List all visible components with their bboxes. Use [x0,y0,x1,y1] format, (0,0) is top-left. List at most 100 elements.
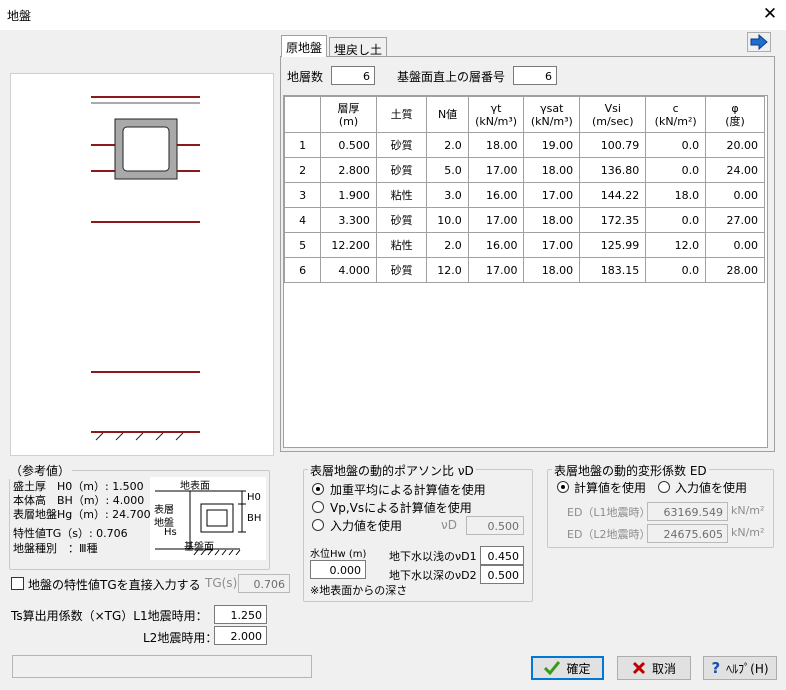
row-number: 2 [284,157,322,183]
row-number: 3 [284,182,322,208]
deform-radio-calc[interactable] [557,481,569,493]
cancel-label: 取消 [651,661,676,676]
ref-h0-label: H0 [247,492,261,503]
ts-l2-input[interactable]: 2.000 [214,626,267,645]
header-c: c (kN/m²) [645,96,707,133]
ts-l1-input[interactable]: 1.250 [214,605,267,624]
ref-hg: 表層地盤Hg（m）: 24.700 [13,508,151,521]
grid-cell[interactable]: 0.500 [320,132,377,158]
grid-cell[interactable]: 3.0 [426,182,469,208]
grid-cell[interactable]: 18.00 [523,157,581,183]
grid-cell[interactable]: 172.35 [579,207,647,233]
grid-cell[interactable]: 0.00 [705,232,765,258]
grid-cell[interactable]: 粘性 [375,182,428,208]
layer-table: 層厚 (m) 土質 N値 γt (kN/m³) γsat (kN/m³) Vsi (m/… [284,96,765,283]
window-title: 地盤 [7,9,32,23]
grid-cell[interactable]: 0.0 [645,157,707,183]
grid-cell[interactable]: 砂質 [375,132,428,158]
header-thickness: 層厚 (m) [320,96,377,133]
grid-cell[interactable]: 17.00 [467,207,525,233]
base-layer-input[interactable]: 6 [513,66,557,85]
grid-cell[interactable]: 10.0 [426,207,469,233]
water-level-input[interactable]: 0.000 [310,560,366,579]
tg-label: TG(s) [205,576,238,590]
ed-l2-input[interactable]: 24675.605 [647,524,728,543]
grid-cell[interactable]: 27.00 [705,207,765,233]
grid-cell[interactable]: 2.0 [426,232,469,258]
cancel-button[interactable]: 取消 [617,656,691,680]
layer-count-input[interactable]: 6 [331,66,375,85]
grid-cell[interactable]: 17.00 [523,182,581,208]
ref-ground-surface: 地表面 [180,481,210,492]
nu-shallow-input[interactable]: 0.450 [480,546,524,565]
grid-cell[interactable]: 砂質 [375,157,428,183]
grid-cell[interactable]: 18.00 [523,207,581,233]
grid-cell[interactable]: 砂質 [375,257,428,283]
grid-cell[interactable]: 136.80 [579,157,647,183]
grid-cell[interactable]: 17.00 [467,257,525,283]
grid-cell[interactable]: 5.0 [426,157,469,183]
grid-cell[interactable]: 16.00 [467,232,525,258]
grid-cell[interactable]: 17.00 [523,232,581,258]
ref-hs: Hs [164,527,177,538]
grid-cell[interactable]: 粘性 [375,232,428,258]
nu-input[interactable]: 0.500 [466,516,524,535]
grid-cell[interactable]: 3.300 [320,207,377,233]
ed-l1-unit: kN/m² [731,504,765,517]
grid-cell[interactable]: 2.800 [320,157,377,183]
grid-cell[interactable]: 19.00 [523,132,581,158]
poisson-radio-input[interactable] [312,519,324,531]
grid-cell[interactable]: 0.0 [645,132,707,158]
grid-cell[interactable]: 16.00 [467,182,525,208]
ts-l2-label: L2地震時用： [143,631,218,645]
row-number: 1 [284,132,322,158]
close-icon[interactable]: ✕ [760,4,780,24]
grid-cell[interactable]: 24.00 [705,157,765,183]
grid-cell[interactable]: 12.0 [645,232,707,258]
table-row: 1 0.500 砂質 2.0 18.00 19.00 100.79 0.0 20.00 [284,132,765,158]
tg-input[interactable]: 0.706 [238,574,290,593]
grid-cell[interactable]: 18.00 [467,132,525,158]
grid-cell[interactable]: 0.0 [645,257,707,283]
box-culvert-inner [122,126,170,172]
grid-cell[interactable]: 144.22 [579,182,647,208]
depth-note: ※地表面からの深さ [310,584,408,597]
header-vsi: Vsi (m/sec) [579,96,647,133]
grid-cell[interactable]: 28.00 [705,257,765,283]
grid-cell[interactable]: 砂質 [375,207,428,233]
grid-cell[interactable]: 2.0 [426,132,469,158]
help-button[interactable]: ? ﾍﾙﾌﾟ(H) [703,656,777,680]
layer-grid: 層厚 (m) 土質 N値 γt (kN/m³) γsat (kN/m³) Vsi (m/… [283,95,768,448]
status-box [12,655,312,678]
ok-button[interactable]: 確定 [531,656,604,680]
poisson-radio-weighted[interactable] [312,483,324,495]
grid-cell[interactable]: 12.0 [426,257,469,283]
grid-cell[interactable]: 1.900 [320,182,377,208]
nu-deep-input[interactable]: 0.500 [480,565,524,584]
grid-cell[interactable]: 4.000 [320,257,377,283]
header-soil: 土質 [375,96,428,133]
tab-backfill[interactable]: 埋戻し土 [329,37,388,57]
grid-cell[interactable]: 100.79 [579,132,647,158]
grid-cell[interactable]: 0.00 [705,182,765,208]
direct-tg-checkbox[interactable] [11,577,24,590]
next-arrow-button[interactable] [747,32,771,52]
grid-cell[interactable]: 18.0 [645,182,707,208]
row-number: 4 [284,207,322,233]
grid-cell[interactable]: 18.00 [523,257,581,283]
grid-cell[interactable]: 0.0 [645,207,707,233]
deform-option-input: 入力値を使用 [675,481,748,495]
grid-cell[interactable]: 17.00 [467,157,525,183]
grid-cell[interactable]: 12.200 [320,232,377,258]
grid-cell[interactable]: 20.00 [705,132,765,158]
row-number: 6 [284,257,322,283]
reference-diagram: 地表面 表層 地盤 Hs 基盤面 H0 BH [150,477,266,560]
grid-cell[interactable]: 125.99 [579,232,647,258]
ed-l1-input[interactable]: 63169.549 [647,502,728,521]
tab-original-ground[interactable]: 原地盤 [281,35,328,57]
deform-title: 表層地盤の動的変形係数 ED [552,462,709,479]
deform-radio-input[interactable] [658,481,670,493]
table-header-row: 層厚 (m) 土質 N値 γt (kN/m³) γsat (kN/m³) Vsi (m/… [284,96,765,133]
poisson-radio-vpvs[interactable] [312,501,324,513]
grid-cell[interactable]: 183.15 [579,257,647,283]
